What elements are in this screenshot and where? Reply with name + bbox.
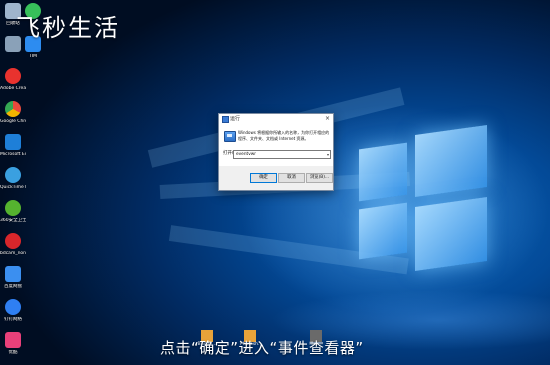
desktop-icon-360[interactable]: 360安全卫士 [0,200,26,224]
subtitle-caption: 点击“确定”进入“事件查看器” [160,339,364,357]
quicktime-icon [5,167,21,183]
desktop-icon-label: 360安全卫士 [0,218,26,223]
desktop-icon-adobe-cc[interactable]: Adobe Creat... [0,68,26,92]
adobe-creative-cloud-icon [5,68,21,84]
desktop-icon-quicktime[interactable]: QuickTime Player [0,167,26,191]
dialog-titlebar[interactable]: 运行 × [219,114,333,124]
chrome-icon [5,101,21,117]
close-button[interactable]: × [325,115,330,122]
desktop-icon-label: QuickTime Player [0,185,26,190]
dialog-title: 运行 [230,116,241,122]
desktop-icon-edge[interactable]: Microsoft Edge [0,134,26,158]
windows-logo [355,124,495,278]
windows-logo-pane [359,202,407,260]
desktop-icon-label: TIM [29,54,37,59]
desktop-icon-youku[interactable]: 优酷 [0,332,26,356]
desktop-icon-baidu-netdisk[interactable]: 百度网盘 [0,266,26,290]
ok-button[interactable]: 确定 [250,173,277,183]
watermark: 飞秒生活 [16,14,120,42]
windows-logo-pane [415,196,487,272]
desktop-icon-label: Microsoft Edge [0,152,26,157]
browse-button[interactable]: 浏览(B)... [306,173,333,183]
chevron-down-icon[interactable]: ▾ [327,151,329,158]
desktop-icon-bandicam[interactable]: bdcam_nonadmin [0,233,26,257]
bandicam-icon [5,233,21,249]
open-input-value: eventvwr [236,151,257,157]
run-icon [222,116,229,123]
run-dialog: 运行 × Windows 将根据你所输入的名称，为你打开相应的程序、文件夹、文档… [218,113,334,191]
desktop-icon-chrome[interactable]: Google Chrome [0,101,26,125]
dialog-footer: 确定 取消 浏览(B)... [219,166,333,190]
desktop-icon-label: 钉钉网络 [4,317,22,322]
desktop-icon-dingtalk[interactable]: 钉钉网络 [0,299,26,323]
dingtalk-icon [5,299,21,315]
desktop-icon-label: bdcam_nonadmin [0,251,26,256]
cancel-button[interactable]: 取消 [278,173,305,183]
360-security-icon [5,200,21,216]
windows-logo-pane [359,142,407,202]
desktop-icon-label: Google Chrome [0,119,26,124]
baidu-netdisk-icon [5,266,21,282]
desktop-icon-label: 百度网盘 [4,284,22,289]
desktop-icon-label: Adobe Creat... [0,86,26,91]
desktop-icon-label: 优酷 [8,350,18,355]
windows-logo-pane [415,124,487,198]
youku-icon [5,332,21,348]
dialog-description: Windows 将根据你所输入的名称，为你打开相应的程序、文件夹、文档或 Int… [238,130,330,141]
open-input[interactable]: eventvwr ▾ [233,150,331,159]
run-program-icon [224,131,236,142]
edge-icon [5,134,21,150]
